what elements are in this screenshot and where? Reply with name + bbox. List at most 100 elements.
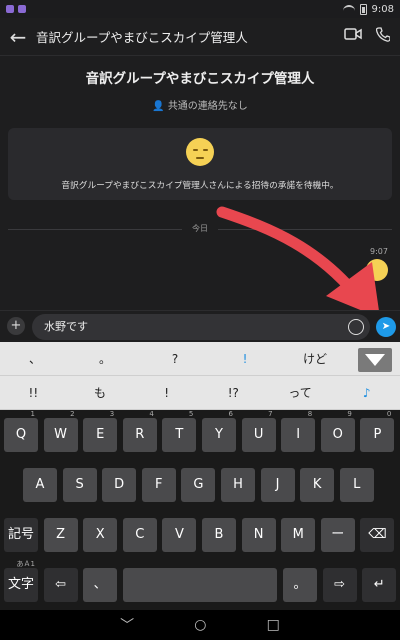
key-enter[interactable]: ↵	[362, 568, 397, 602]
key-f[interactable]: F	[141, 468, 176, 502]
key-s-label: S	[75, 477, 84, 492]
key-6-label: N	[253, 527, 264, 542]
key-space[interactable]	[122, 568, 277, 602]
key-d-label: D	[114, 477, 125, 492]
key-s[interactable]: S	[62, 468, 97, 502]
key-sublabel: 0	[386, 410, 392, 418]
key-h[interactable]: H	[221, 468, 255, 502]
key-sublabel: 5	[188, 410, 194, 418]
key-1-label: Z	[56, 527, 66, 542]
key-enter-label: ↵	[373, 577, 385, 592]
key-u[interactable]: U7	[241, 410, 276, 452]
candidate-item[interactable]: !	[210, 342, 280, 375]
key-p-label: P	[373, 427, 382, 442]
key-a[interactable]: A	[23, 468, 57, 502]
key-t[interactable]: T5	[162, 410, 197, 452]
key-input-mode-label: 文字	[7, 577, 34, 592]
candidate-item[interactable]: 、	[0, 342, 70, 375]
candidate-item[interactable]: !	[133, 376, 200, 409]
add-attachment-button[interactable]: +	[7, 317, 25, 335]
key-7[interactable]: M	[281, 518, 316, 552]
key-right-arrow[interactable]: ⇨	[322, 568, 357, 602]
key-o-label: O	[332, 427, 343, 442]
key-k-label: K	[312, 477, 322, 492]
key-k[interactable]: K	[300, 468, 335, 502]
key-r-label: R	[135, 427, 145, 442]
key-7-label: M	[292, 527, 304, 542]
notification-icon	[18, 5, 26, 13]
notification-icon	[6, 5, 14, 13]
wifi-icon	[342, 4, 355, 14]
key-3[interactable]: C	[122, 518, 157, 552]
key-h-label: H	[233, 477, 243, 492]
key-1[interactable]: Z	[43, 518, 78, 552]
key-y[interactable]: Y6	[202, 410, 236, 452]
candidate-item[interactable]: !!	[0, 376, 67, 409]
key-sublabel: 6	[228, 410, 233, 418]
nav-back-button[interactable]: ﹀	[120, 615, 134, 635]
key-d[interactable]: D	[102, 468, 137, 502]
key-g-label: G	[193, 477, 204, 492]
key-j[interactable]: J	[260, 468, 295, 502]
message-time: 9:07	[370, 247, 388, 256]
message-input-value: 水野です	[44, 320, 88, 333]
smiley-icon[interactable]	[348, 319, 364, 335]
key-left-arrow[interactable]: ⇦	[43, 568, 78, 602]
nav-home-button[interactable]: ○	[194, 617, 206, 633]
candidate-item[interactable]: って	[267, 376, 334, 409]
key-r[interactable]: R4	[122, 410, 157, 452]
candidate-item[interactable]: も	[67, 376, 134, 409]
key-q-label: Q	[15, 427, 27, 442]
key-period-label: 。	[293, 577, 307, 592]
key-sublabel: 8	[307, 410, 313, 418]
status-bar: 9:08	[0, 0, 400, 18]
send-button[interactable]: ➤	[376, 317, 396, 337]
key-j-label: J	[275, 477, 280, 492]
key-w-label: W	[54, 427, 68, 442]
key-5[interactable]: B	[202, 518, 236, 552]
message-input[interactable]: 水野です	[32, 314, 370, 340]
sleepy-emoji-icon	[186, 138, 214, 166]
key-input-mode[interactable]: 文字 あＡ1	[4, 560, 38, 602]
candidate-item[interactable]: ♪	[333, 376, 400, 409]
key-period[interactable]: 。	[283, 568, 317, 602]
key-i[interactable]: I8	[281, 410, 316, 452]
phone-call-icon[interactable]	[375, 27, 391, 46]
key-backspace[interactable]: ⌫	[360, 518, 395, 552]
key-symbols[interactable]: 記号	[4, 518, 38, 552]
key-y-label: Y	[215, 427, 223, 442]
chat-header: ← 音訳グループやまびこスカイプ管理人	[0, 18, 400, 56]
key-8[interactable]: ー	[320, 518, 355, 552]
candidate-item[interactable]: ?	[140, 342, 210, 375]
key-o[interactable]: O9	[320, 410, 355, 452]
key-comma[interactable]: 、	[83, 568, 118, 602]
key-w[interactable]: W2	[43, 410, 78, 452]
sent-emoji-message[interactable]	[366, 259, 388, 281]
key-sublabel: 7	[268, 410, 273, 418]
key-sublabel: 2	[70, 410, 75, 418]
key-sublabel: 3	[109, 410, 115, 418]
key-g[interactable]: G	[181, 468, 216, 502]
key-i-label: I	[296, 427, 301, 442]
ime-candidate-bar: 、 。 ? ! けど !! も ! !? って ♪	[0, 342, 400, 410]
key-backspace-label: ⌫	[368, 527, 387, 542]
key-left-arrow-label: ⇦	[55, 577, 67, 592]
collapse-candidates-button[interactable]	[358, 348, 392, 372]
key-4[interactable]: V	[162, 518, 197, 552]
key-a-label: A	[35, 477, 45, 492]
key-2-label: X	[95, 527, 105, 542]
key-q[interactable]: Q1	[4, 410, 38, 452]
key-p[interactable]: P0	[360, 410, 395, 452]
back-arrow-icon[interactable]: ←	[0, 25, 36, 49]
candidate-item[interactable]: !?	[200, 376, 267, 409]
candidate-item[interactable]: けど	[280, 342, 350, 375]
nav-recents-button[interactable]: □	[267, 617, 280, 633]
key-2[interactable]: X	[83, 518, 118, 552]
video-call-icon[interactable]	[344, 27, 362, 46]
key-6[interactable]: N	[241, 518, 276, 552]
key-l[interactable]: L	[339, 468, 374, 502]
day-divider-label: 今日	[182, 223, 218, 234]
header-title: 音訳グループやまびこスカイプ管理人	[36, 30, 248, 45]
candidate-item[interactable]: 。	[70, 342, 140, 375]
key-e[interactable]: E3	[83, 410, 118, 452]
